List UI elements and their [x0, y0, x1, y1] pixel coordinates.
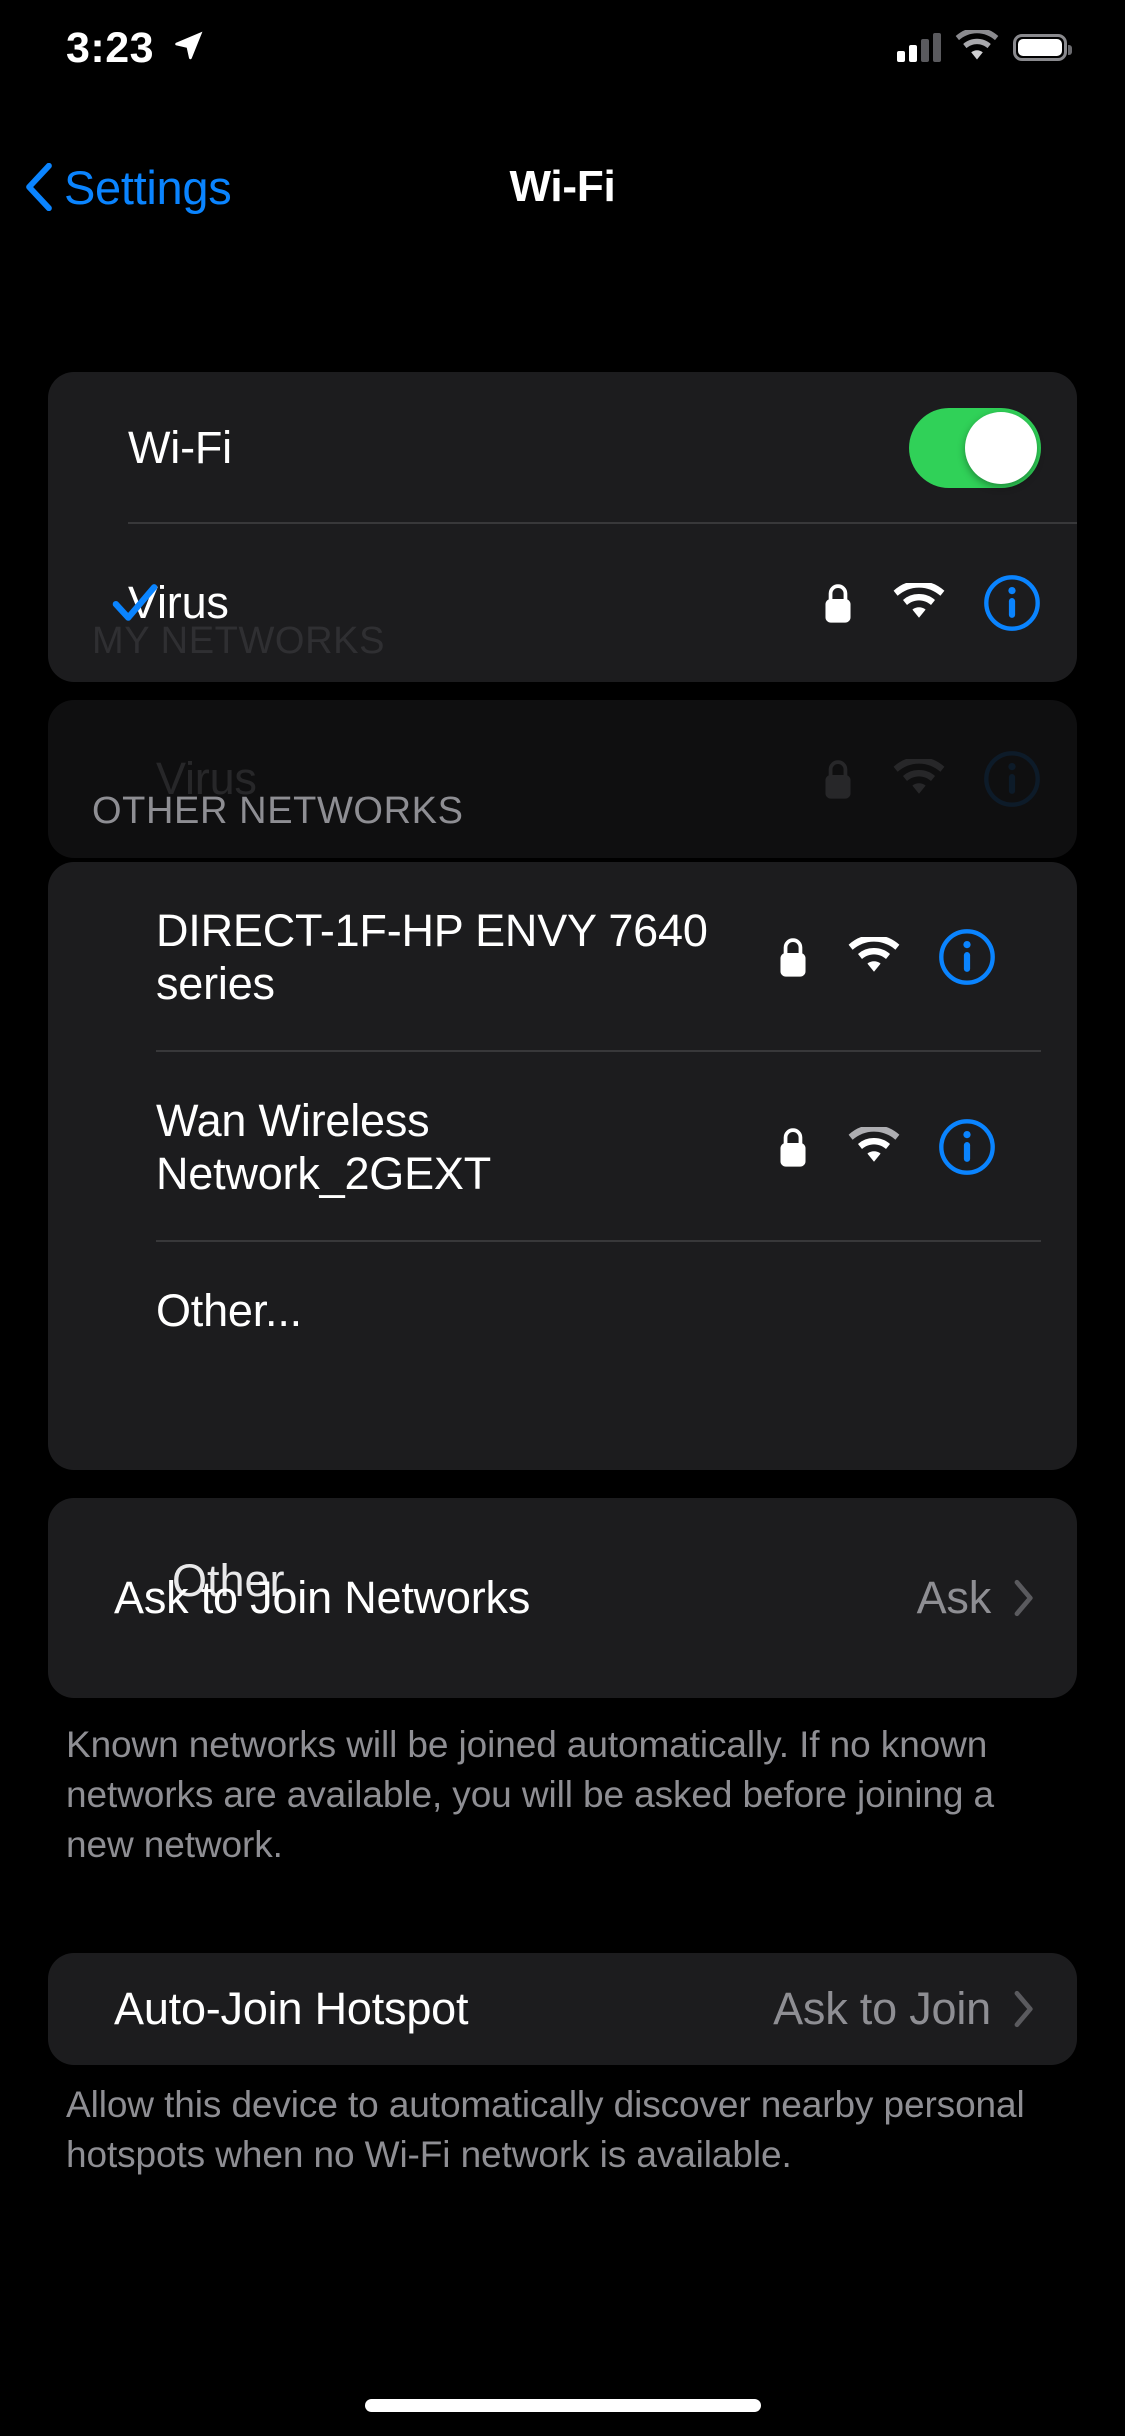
wifi-toggle-row[interactable]: Wi-Fi	[48, 372, 1077, 524]
ghost-network-icons	[821, 750, 1041, 808]
ask-to-join-value: Ask	[916, 1572, 992, 1623]
ask-to-join-value-group: Ask	[917, 1572, 1035, 1624]
wifi-signal-icon	[848, 1127, 900, 1162]
ghost-network-row: Virus	[48, 700, 1077, 858]
auto-join-hotspot-card: Auto-Join Hotspot Ask to Join	[48, 1953, 1077, 2065]
auto-join-hotspot-footer: Allow this device to automatically disco…	[66, 2084, 1025, 2175]
wifi-icon	[955, 30, 999, 60]
ghost-my-networks-card: Virus	[48, 700, 1077, 858]
ask-to-join-row[interactable]: Ask to Join Networks Ask	[48, 1498, 1077, 1698]
status-indicators	[897, 30, 1072, 64]
auto-join-hotspot-value: Ask to Join	[773, 1983, 991, 2034]
wifi-signal-icon	[893, 759, 945, 794]
network-status-icons	[821, 574, 1041, 632]
status-time: 3:23	[66, 24, 155, 72]
status-bar: 3:23	[0, 0, 1125, 132]
cellular-signal-icon	[897, 32, 941, 62]
info-icon[interactable]	[983, 574, 1041, 632]
network-row[interactable]: Wan Wireless Network_2GEXT	[48, 1052, 1077, 1242]
other-network-row[interactable]: Other...	[48, 1242, 1077, 1380]
ghost-other-label: Other	[172, 1558, 285, 1598]
lock-icon	[780, 938, 806, 977]
location-arrow-icon	[175, 31, 203, 60]
chevron-right-icon	[1014, 1990, 1033, 2028]
lock-icon	[825, 760, 851, 799]
network-name: DIRECT-1F-HP ENVY 7640 series	[156, 904, 708, 1009]
lock-icon	[780, 1128, 806, 1167]
other-networks-header: OTHER NETWORKS	[92, 790, 464, 832]
chevron-right-icon	[1014, 1579, 1033, 1617]
info-icon	[984, 751, 1040, 807]
network-status-icons	[776, 928, 996, 986]
lock-icon	[825, 584, 851, 623]
other-network-label: Other...	[156, 1285, 302, 1337]
network-row[interactable]: DIRECT-1F-HP ENVY 7640 series	[48, 862, 1077, 1052]
home-indicator[interactable]	[364, 2399, 761, 2412]
network-name: Wan Wireless Network_2GEXT	[156, 1094, 492, 1199]
other-networks-card: DIRECT-1F-HP ENVY 7640 series Wan Wirele…	[48, 862, 1077, 1470]
wifi-signal-icon	[893, 583, 945, 618]
info-icon[interactable]	[938, 1118, 996, 1176]
ask-to-join-card: Ask to Join Networks Ask	[48, 1498, 1077, 1698]
info-icon[interactable]	[938, 928, 996, 986]
wifi-signal-icon	[848, 937, 900, 972]
wifi-toggle-label: Wi-Fi	[128, 422, 232, 474]
navigation-bar: Settings Wi-Fi	[0, 132, 1125, 242]
battery-icon	[1013, 33, 1072, 61]
wifi-toggle-knob	[965, 412, 1037, 484]
ghost-my-networks-header: MY NETWORKS	[92, 620, 386, 662]
auto-join-hotspot-value-group: Ask to Join	[773, 1983, 1035, 2035]
auto-join-hotspot-row[interactable]: Auto-Join Hotspot Ask to Join	[48, 1953, 1077, 2065]
ask-to-join-footer: Known networks will be joined automatica…	[66, 1724, 994, 1865]
wifi-settings-screen: 3:23 Settings Wi-Fi Wi-Fi Virus MY NETWO…	[0, 0, 1125, 2436]
auto-join-hotspot-label: Auto-Join Hotspot	[114, 1983, 469, 2035]
wifi-toggle-switch[interactable]	[909, 408, 1041, 488]
network-status-icons	[776, 1118, 996, 1176]
page-title: Wi-Fi	[509, 162, 616, 211]
